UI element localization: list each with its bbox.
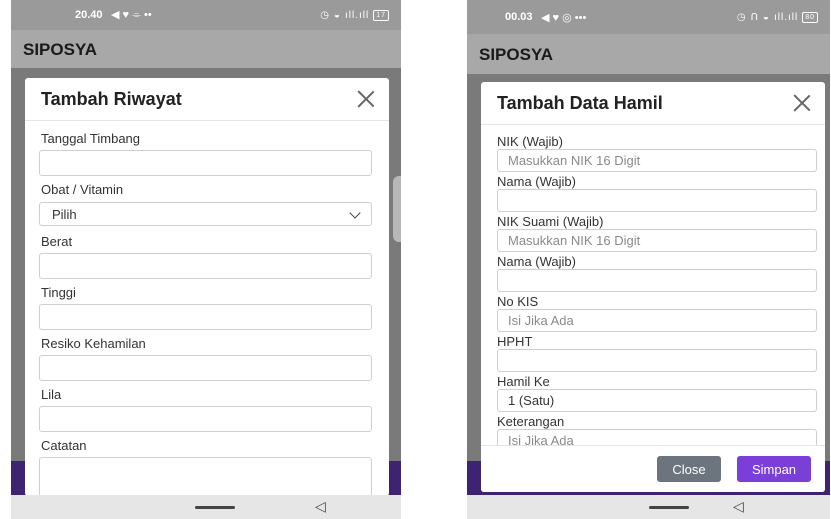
status-time: 00.03 bbox=[505, 11, 533, 23]
label-nama: Nama (Wajib) bbox=[497, 174, 576, 189]
status-notification-icons: ◀ ♥ ◎ ••• bbox=[541, 11, 587, 24]
label-no-kis: No KIS bbox=[497, 294, 539, 309]
label-nik: NIK (Wajib) bbox=[497, 134, 563, 149]
modal-footer: Close Simpan bbox=[481, 445, 825, 492]
app-title: SIPOSYA bbox=[479, 45, 554, 64]
label-hpht: HPHT bbox=[497, 334, 533, 349]
label-tinggi: Tinggi bbox=[41, 285, 76, 300]
app-title: SIPOSYA bbox=[23, 40, 98, 59]
label-berat: Berat bbox=[41, 234, 73, 249]
wifi-icon: ◒ bbox=[333, 9, 341, 21]
nama-input[interactable] bbox=[497, 189, 817, 212]
status-right-icons: ◷ ◒ ıll.ıll 17 bbox=[320, 0, 389, 30]
label-nik-suami: NIK Suami (Wajib) bbox=[497, 214, 604, 229]
chevron-down-icon bbox=[349, 207, 361, 219]
tambah-riwayat-modal: Tambah Riwayat Tanggal Timbang Obat / Vi… bbox=[25, 78, 389, 496]
obat-vitamin-select[interactable]: Pilih bbox=[39, 202, 372, 226]
close-icon[interactable] bbox=[793, 94, 811, 112]
status-bar: 20.40 ◀ ♥ ⌯ •• ◷ ◒ ıll.ıll 17 bbox=[11, 0, 401, 30]
label-tanggal-timbang: Tanggal Timbang bbox=[41, 131, 141, 146]
label-nama-suami: Nama (Wajib) bbox=[497, 254, 576, 269]
nama-suami-input[interactable] bbox=[497, 269, 817, 292]
nik-input[interactable] bbox=[497, 149, 817, 172]
tambah-data-hamil-modal: Tambah Data Hamil NIK (Wajib) Nama (Waji… bbox=[481, 82, 825, 492]
lila-input[interactable] bbox=[39, 406, 372, 432]
label-lila: Lila bbox=[41, 387, 62, 402]
status-notification-icons: ◀ ♥ ⌯ •• bbox=[111, 9, 152, 21]
android-nav-bar: ◁ bbox=[11, 495, 401, 519]
tinggi-input[interactable] bbox=[39, 304, 372, 330]
wifi-icon: ◒ bbox=[762, 11, 770, 23]
android-nav-bar: ◁ bbox=[467, 495, 830, 519]
battery-icon: 17 bbox=[373, 9, 389, 21]
modal-header: Tambah Data Hamil bbox=[481, 82, 825, 125]
hamil-ke-select[interactable]: 1 (Satu) bbox=[497, 389, 817, 412]
status-bar: 00.03 ◀ ♥ ◎ ••• ◷ Ո ◒ ıll.ıll 80 bbox=[467, 0, 830, 34]
no-kis-input[interactable] bbox=[497, 309, 817, 332]
modal-header: Tambah Riwayat bbox=[25, 78, 389, 121]
close-button[interactable]: Close bbox=[657, 456, 721, 482]
select-value: 1 (Satu) bbox=[508, 393, 555, 408]
resiko-kehamilan-input[interactable] bbox=[39, 355, 372, 381]
home-pill-icon[interactable] bbox=[649, 506, 689, 509]
back-icon[interactable]: ◁ bbox=[733, 498, 744, 515]
modal-title: Tambah Riwayat bbox=[41, 89, 182, 109]
label-resiko-kehamilan: Resiko Kehamilan bbox=[41, 336, 146, 351]
label-keterangan: Keterangan bbox=[497, 414, 565, 429]
alarm-icon: ◷ bbox=[736, 11, 747, 23]
catatan-textarea[interactable] bbox=[39, 457, 372, 496]
nik-suami-input[interactable] bbox=[497, 229, 817, 252]
right-phone-screen: 00.03 ◀ ♥ ◎ ••• ◷ Ո ◒ ıll.ıll 80 SIPOSYA… bbox=[467, 0, 830, 519]
tanggal-timbang-input[interactable] bbox=[39, 150, 372, 176]
app-bar: SIPOSYA bbox=[467, 34, 830, 74]
battery-icon: 80 bbox=[802, 11, 818, 23]
hpht-input[interactable] bbox=[497, 349, 817, 372]
label-catatan: Catatan bbox=[41, 438, 87, 453]
home-pill-icon[interactable] bbox=[195, 506, 235, 509]
scroll-handle[interactable] bbox=[393, 176, 401, 242]
status-time: 20.40 bbox=[75, 9, 103, 21]
close-icon[interactable] bbox=[357, 90, 375, 108]
back-icon[interactable]: ◁ bbox=[315, 498, 326, 515]
status-right-icons: ◷ Ո ◒ ıll.ıll 80 bbox=[737, 0, 818, 34]
headset-icon: Ո bbox=[750, 11, 759, 23]
app-bar: SIPOSYA bbox=[11, 30, 401, 68]
simpan-button[interactable]: Simpan bbox=[737, 456, 811, 482]
label-obat-vitamin: Obat / Vitamin bbox=[41, 182, 124, 197]
select-value: Pilih bbox=[52, 206, 77, 222]
signal-icon: ıll.ıll bbox=[344, 9, 370, 21]
label-hamil-ke: Hamil Ke bbox=[497, 374, 550, 389]
signal-icon: ıll.ıll bbox=[773, 11, 799, 23]
berat-input[interactable] bbox=[39, 253, 372, 279]
alarm-icon: ◷ bbox=[320, 9, 330, 21]
modal-title: Tambah Data Hamil bbox=[497, 93, 663, 113]
left-phone-screen: 20.40 ◀ ♥ ⌯ •• ◷ ◒ ıll.ıll 17 SIPOSYA Ta… bbox=[11, 0, 401, 519]
